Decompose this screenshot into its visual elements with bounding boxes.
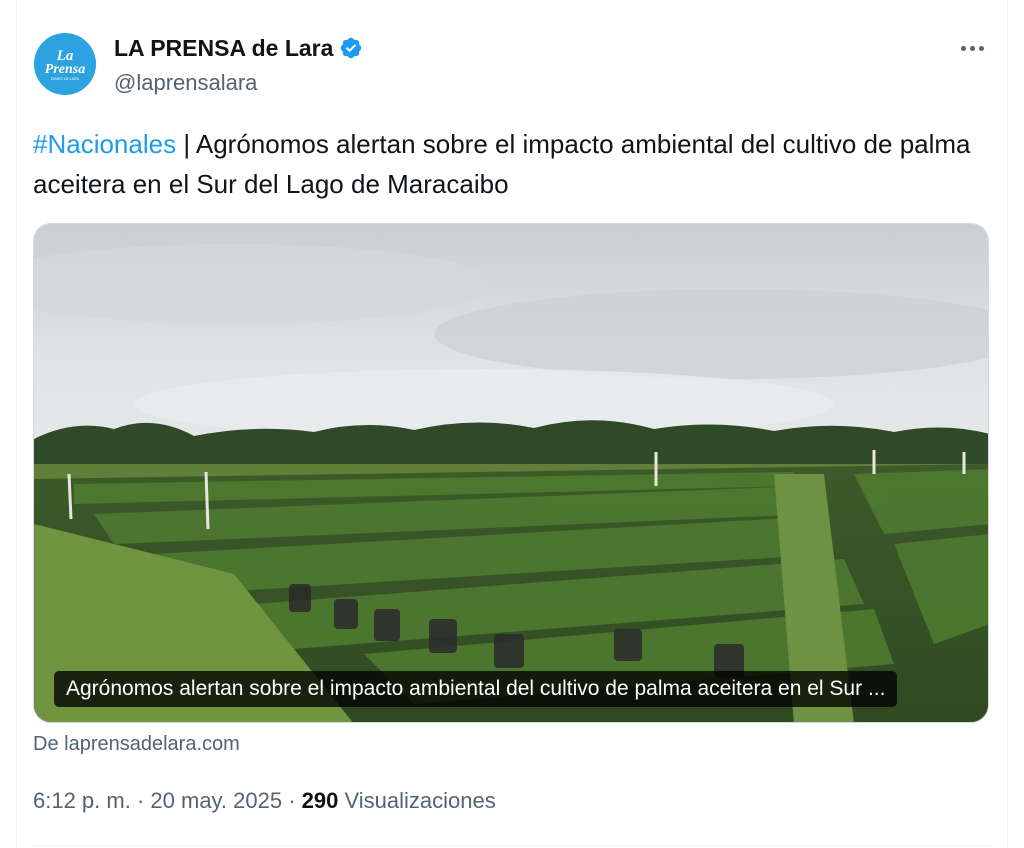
tweet-meta: 6:12 p. m. · 20 may. 2025 · 290 Visualiz… bbox=[33, 788, 496, 814]
verified-badge-icon[interactable] bbox=[339, 36, 363, 60]
author-handle[interactable]: @laprensalara bbox=[114, 70, 257, 96]
meta-separator: · bbox=[130, 788, 151, 813]
meta-separator: · bbox=[282, 788, 302, 813]
tweet-text: #Nacionales | Agrónomos alertan sobre el… bbox=[33, 124, 993, 204]
divider bbox=[33, 845, 991, 846]
palm-plantation-photo bbox=[34, 224, 988, 722]
author-name-row: LA PRENSA de Lara bbox=[114, 33, 363, 63]
hashtag-link[interactable]: #Nacionales bbox=[33, 129, 176, 159]
author-display-name[interactable]: LA PRENSA de Lara bbox=[114, 35, 333, 62]
link-card-caption: Agrónomos alertan sobre el impacto ambie… bbox=[54, 671, 898, 707]
views-label[interactable]: Visualizaciones bbox=[338, 788, 495, 813]
avatar-logo-text-2: Prensa bbox=[45, 62, 85, 77]
more-options-icon[interactable] bbox=[952, 33, 992, 63]
tweet-time[interactable]: 6:12 p. m. bbox=[33, 788, 131, 813]
link-card-image[interactable]: Agrónomos alertan sobre el impacto ambie… bbox=[33, 223, 989, 723]
link-source[interactable]: De laprensadelara.com bbox=[33, 733, 240, 756]
author-avatar[interactable]: La Prensa DIARIO DE LARA bbox=[34, 33, 96, 95]
avatar-logo-text-3: DIARIO DE LARA bbox=[51, 77, 80, 81]
dot-icon bbox=[960, 45, 966, 51]
views-count[interactable]: 290 bbox=[302, 788, 339, 813]
dot-icon bbox=[978, 45, 984, 51]
dot-icon bbox=[969, 45, 975, 51]
tweet-date[interactable]: 20 may. 2025 bbox=[150, 788, 282, 813]
